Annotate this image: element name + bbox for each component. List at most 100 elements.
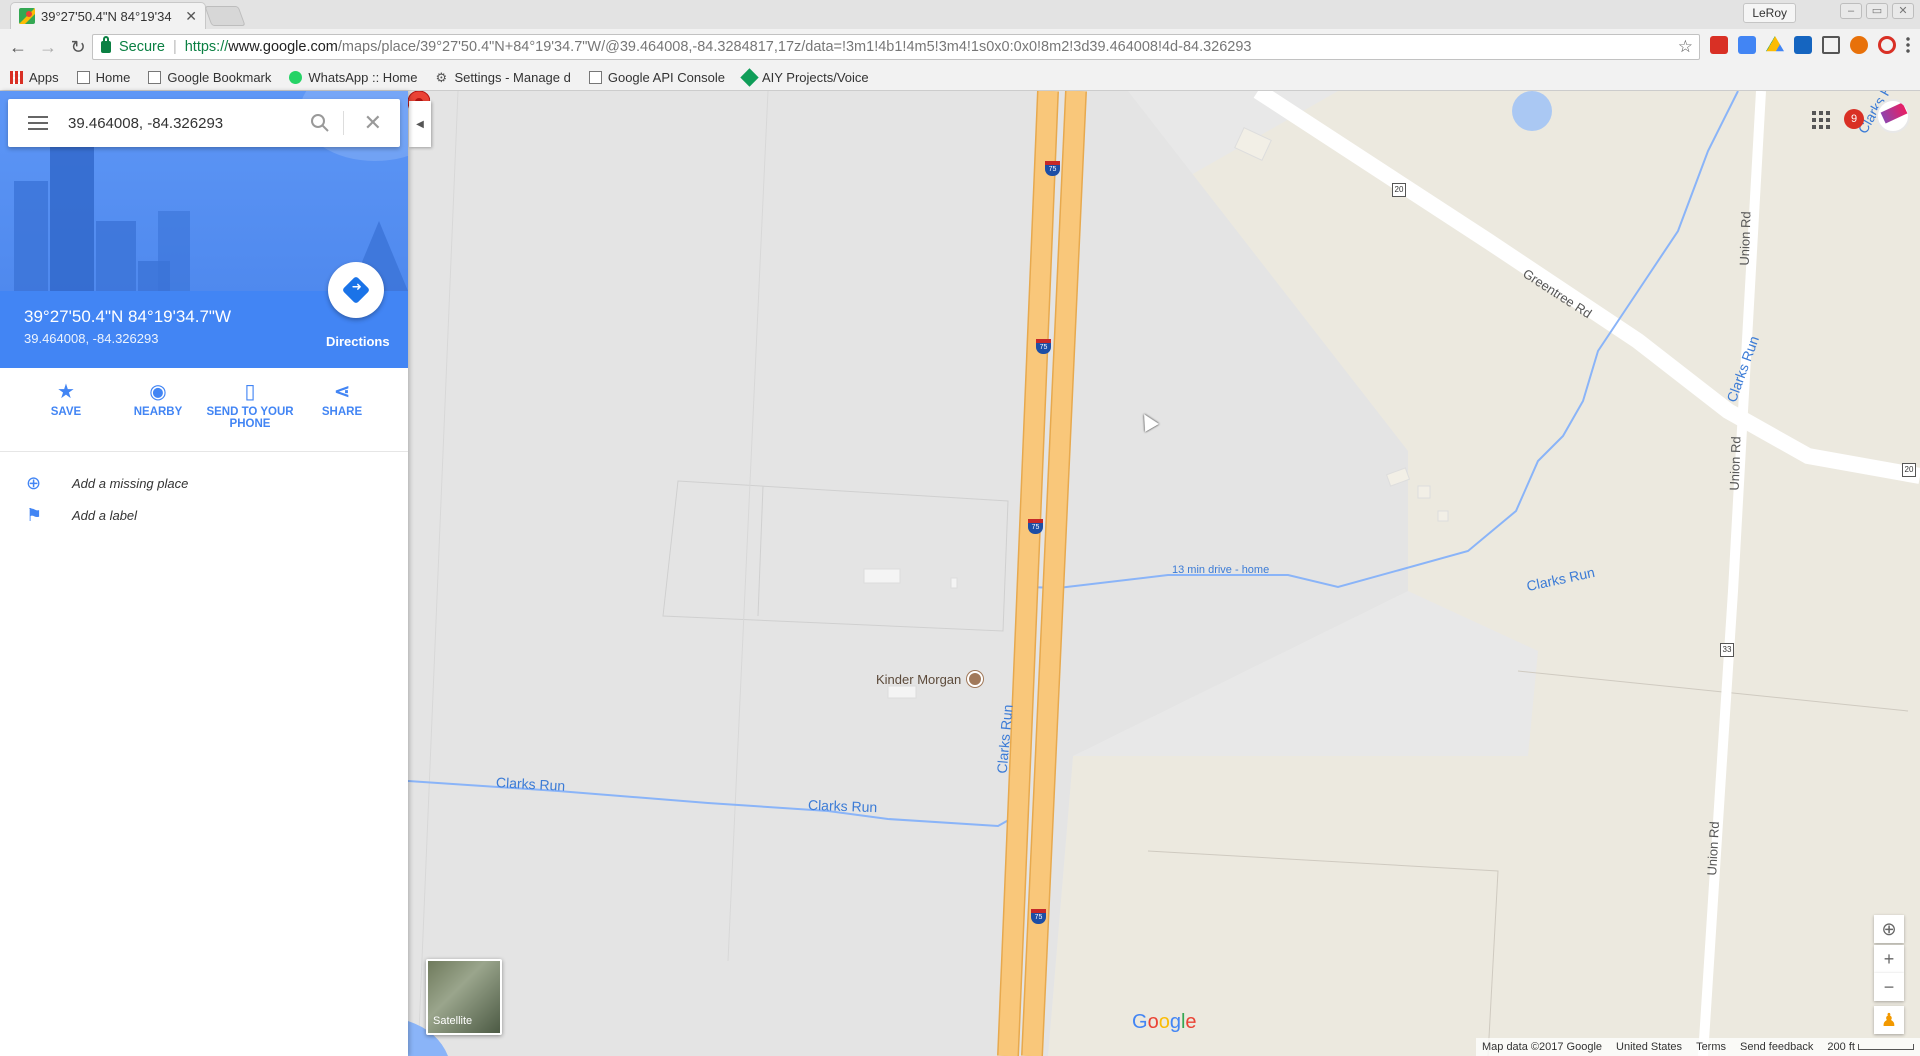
directions-label[interactable]: Directions xyxy=(326,334,390,349)
mail-extension-icon[interactable] xyxy=(1710,36,1728,54)
menu-icon[interactable] xyxy=(28,116,48,130)
road-label-union: Union Rd xyxy=(1736,211,1754,266)
pegman-icon[interactable]: ♟ xyxy=(1874,1006,1904,1034)
pond xyxy=(1512,91,1552,131)
poi-icon xyxy=(967,671,984,687)
search-icon[interactable] xyxy=(310,113,330,133)
send-to-phone-icon: ▯ xyxy=(244,381,256,403)
fox-extension-icon[interactable] xyxy=(1850,36,1868,54)
aiy-icon xyxy=(740,67,759,87)
minimize-icon[interactable]: – xyxy=(1840,3,1862,19)
nearby-button[interactable]: ◉ NEARBY xyxy=(112,380,204,418)
scale-bar[interactable]: 200 ft xyxy=(1827,1041,1914,1053)
directions-button[interactable] xyxy=(328,262,384,318)
satellite-toggle[interactable]: Satellite xyxy=(426,959,502,1035)
google-logo: Google xyxy=(1132,1011,1197,1033)
add-label-link[interactable]: ⚑ Add a label xyxy=(0,499,408,531)
bookmark-settings[interactable]: ⚙ Settings - Manage d xyxy=(436,70,571,85)
url-text: https://www.google.com/maps/place/39°27'… xyxy=(184,39,1252,55)
notification-badge[interactable]: 9 xyxy=(1844,109,1864,129)
bookmark-google-bookmark[interactable]: Google Bookmark xyxy=(148,70,271,85)
star-icon: ★ xyxy=(57,381,75,403)
collapse-panel-button[interactable]: ◀ xyxy=(409,101,431,147)
my-location-icon[interactable]: ⊕ xyxy=(1874,915,1904,943)
send-to-phone-button[interactable]: ▯ SEND TO YOUR PHONE xyxy=(204,380,296,430)
route-shield: 33 xyxy=(1720,643,1734,657)
opera-extension-icon[interactable] xyxy=(1878,36,1896,54)
bookmark-api-console[interactable]: Google API Console xyxy=(588,70,725,85)
map-data-attribution: Map data ©2017 Google xyxy=(1481,1041,1603,1053)
account-avatar[interactable] xyxy=(1876,99,1910,133)
share-button[interactable]: ⋖ SHARE xyxy=(296,380,388,418)
save-button[interactable]: ★ SAVE xyxy=(20,380,112,418)
reload-icon[interactable]: ↻ xyxy=(66,35,90,59)
search-box: ✕ xyxy=(8,99,400,147)
window-controls: – ▭ ✕ xyxy=(1840,3,1914,19)
place-actions: ★ SAVE ◉ NEARBY ▯ SEND TO YOUR PHONE ⋖ SHARE xyxy=(0,368,408,452)
interstate-shield: 75 xyxy=(1036,339,1051,354)
back-icon[interactable]: ← xyxy=(6,35,30,59)
route-shield: 20 xyxy=(1392,183,1406,197)
country-link[interactable]: United States xyxy=(1616,1041,1682,1053)
drive-extension-icon[interactable] xyxy=(1766,36,1784,52)
water-label: Clarks Run xyxy=(807,796,878,816)
page-icon xyxy=(588,70,602,84)
profile-button[interactable]: LeRoy xyxy=(1743,3,1796,23)
forward-icon[interactable]: → xyxy=(36,35,60,59)
zoom-out-button[interactable]: − xyxy=(1874,973,1904,1001)
place-subtitle: 39.464008, -84.326293 xyxy=(24,331,159,346)
search-input[interactable] xyxy=(68,114,298,132)
browser-tab[interactable]: 39°27'50.4"N 84°19'34 ✕ xyxy=(10,2,206,29)
tab-close-icon[interactable]: ✕ xyxy=(185,8,197,25)
whatsapp-icon xyxy=(289,70,303,84)
place-title: 39°27'50.4"N 84°19'34.7"W xyxy=(24,307,232,326)
remote-extension-icon[interactable] xyxy=(1794,36,1812,54)
interstate-shield: 75 xyxy=(1045,161,1060,176)
bookmark-aiy[interactable]: AIY Projects/Voice xyxy=(740,67,869,87)
google-apps-icon[interactable] xyxy=(1812,111,1830,129)
map-graphics xyxy=(408,91,1920,1056)
flag-icon: ⚑ xyxy=(26,504,43,525)
secure-indicator[interactable]: Secure xyxy=(101,36,165,55)
window-close-icon[interactable]: ✕ xyxy=(1892,3,1914,19)
bookmark-whatsapp[interactable]: WhatsApp :: Home xyxy=(289,70,418,85)
terms-link[interactable]: Terms xyxy=(1696,1041,1726,1053)
new-tab-button[interactable] xyxy=(204,6,246,26)
lock-icon xyxy=(101,36,111,53)
add-missing-place-link[interactable]: ⊕ Add a missing place xyxy=(0,467,408,499)
maps-favicon-icon xyxy=(19,8,35,24)
page-icon xyxy=(148,70,162,84)
map-canvas[interactable]: 75 75 75 75 20 20 33 Greentree Rd Union … xyxy=(408,91,1920,1056)
gear-icon: ⚙ xyxy=(435,69,448,85)
maximize-icon[interactable]: ▭ xyxy=(1866,3,1888,19)
bookmarks-bar: Apps Home Google Bookmark WhatsApp :: Ho… xyxy=(0,64,1920,90)
drive-time-label[interactable]: 13 min drive - home xyxy=(1172,564,1269,576)
interstate-shield: 75 xyxy=(1031,909,1046,924)
route-shield: 20 xyxy=(1902,463,1916,477)
send-feedback-link[interactable]: Send feedback xyxy=(1740,1041,1813,1053)
bookmark-home[interactable]: Home xyxy=(76,70,130,85)
page-icon xyxy=(76,70,90,84)
road-label-union: Union Rd xyxy=(1726,436,1744,491)
browser-chrome: 39°27'50.4"N 84°19'34 ✕ LeRoy – ▭ ✕ ← → … xyxy=(0,0,1920,91)
bookmark-apps[interactable]: Apps xyxy=(10,70,59,85)
directions-icon xyxy=(341,275,371,305)
zoom-in-button[interactable]: + xyxy=(1874,945,1904,973)
cast-icon[interactable] xyxy=(1822,36,1840,54)
calendar-extension-icon[interactable] xyxy=(1738,36,1756,54)
side-panel: ✕ 39°27'50.4"N 84°19'34.7"W 39.464008, -… xyxy=(0,91,408,1056)
interstate-shield: 75 xyxy=(1028,519,1043,534)
nearby-icon: ◉ xyxy=(149,381,167,403)
poi-kinder-morgan[interactable]: Kinder Morgan xyxy=(876,671,984,687)
road-label-union: Union Rd xyxy=(1704,821,1723,876)
bookmark-star-icon[interactable]: ☆ xyxy=(1678,37,1693,57)
address-bar[interactable]: Secure | https://www.google.com/maps/pla… xyxy=(92,34,1700,60)
share-icon: ⋖ xyxy=(333,381,351,403)
map-footer: Map data ©2017 Google United States Term… xyxy=(1475,1038,1920,1056)
browser-toolbar: ← → ↻ Secure | https://www.google.com/ma… xyxy=(0,30,1920,64)
clear-search-icon[interactable]: ✕ xyxy=(364,111,382,135)
tab-title: 39°27'50.4"N 84°19'34 xyxy=(41,8,172,24)
extensions-area xyxy=(1710,36,1910,54)
tab-strip: 39°27'50.4"N 84°19'34 ✕ LeRoy – ▭ ✕ xyxy=(0,0,1920,29)
chrome-menu-icon[interactable] xyxy=(1906,36,1910,54)
